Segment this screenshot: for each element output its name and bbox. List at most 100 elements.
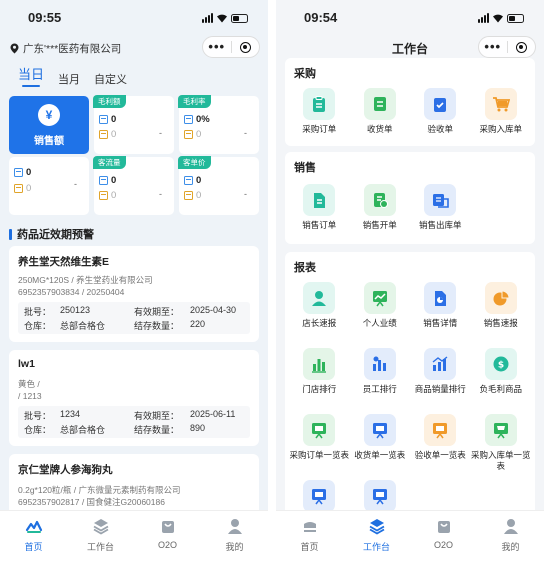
nav-workbench[interactable]: 工作台 <box>67 511 134 564</box>
workbench-item[interactable]: 店长速报 <box>289 282 350 348</box>
workbench-item-label: 采购订单一览表 <box>289 450 349 460</box>
workbench-item[interactable]: 销售订单 <box>289 184 350 250</box>
miniapp-capsule[interactable]: ••• <box>478 36 536 58</box>
month-icon <box>184 191 193 200</box>
document-icon <box>303 184 336 216</box>
workbench-item[interactable]: 采购入库单 <box>471 88 532 154</box>
month-icon <box>14 184 23 193</box>
nav-o2o[interactable]: O2O <box>410 511 477 564</box>
sales-card[interactable]: ¥ 销售额 <box>9 96 89 154</box>
tab-custom[interactable]: 自定义 <box>94 71 127 87</box>
kpi-sales-sub[interactable]: 0 0 - <box>9 157 89 215</box>
store-location[interactable]: 广东'***医药有限公司 <box>10 41 121 56</box>
close-miniapp-icon[interactable] <box>508 41 536 53</box>
negative-profit-icon: $ <box>484 348 517 380</box>
workbench-item[interactable]: 验收单一览表 <box>410 414 471 480</box>
bottom-nav: 首页 工作台 O2O 我的 <box>0 510 268 564</box>
workbench-item[interactable]: 收货单 <box>350 88 411 154</box>
kpi-change: - <box>244 128 247 138</box>
kpi-value: 0 <box>26 167 32 178</box>
kpi-gross-profit[interactable]: 毛利额 0 0 - <box>93 95 174 154</box>
home-icon <box>303 522 316 532</box>
user-icon <box>227 519 242 534</box>
workbench-item-label: 负毛利商品 <box>479 384 522 394</box>
day-icon <box>184 115 193 124</box>
battery-icon <box>231 13 248 23</box>
batch-value: 250123 <box>60 305 91 315</box>
product-spec: 黄色 / <box>18 379 40 389</box>
expiry-label: 有效期至： <box>134 307 180 317</box>
day-icon <box>99 176 108 185</box>
product-code: / 1213 <box>18 391 42 401</box>
expiry-value: 2025-06-11 <box>190 409 236 419</box>
workbench-item[interactable]: 采购订单 <box>289 88 350 154</box>
nav-mine-label: 我的 <box>225 542 244 552</box>
workbench-item[interactable]: 采购入库单一览表 <box>471 414 532 480</box>
workbench-item-label: 销售详情 <box>423 318 458 328</box>
tab-today[interactable]: 当日 <box>18 64 44 87</box>
miniapp-capsule[interactable]: ••• <box>202 36 260 58</box>
nav-o2o[interactable]: O2O <box>134 511 201 564</box>
more-menu-icon[interactable]: ••• <box>203 40 231 53</box>
workbench-item-label: 商品销量排行 <box>414 384 466 394</box>
kpi-traffic[interactable]: 客流量 0 0 - <box>93 156 174 215</box>
board-cart-icon <box>484 414 517 446</box>
product-stock-box: 批号： 250123 有效期至： 2025-04-30 仓库： 总部合格仓 结存… <box>18 302 250 334</box>
workbench-item[interactable]: 销售出库单 <box>410 184 471 250</box>
close-miniapp-icon[interactable] <box>232 41 260 53</box>
workbench-item[interactable]: 门店排行 <box>289 348 350 414</box>
kpi-value: 0% <box>196 114 210 125</box>
more-menu-icon[interactable]: ••• <box>479 40 507 53</box>
receipt-icon <box>363 88 396 120</box>
expiry-label: 有效期至： <box>134 411 180 421</box>
kpi-gross-margin[interactable]: 毛利率 0% 0 - <box>178 95 259 154</box>
nav-mine[interactable]: 我的 <box>477 511 544 564</box>
tab-month[interactable]: 当月 <box>58 71 80 87</box>
workbench-item[interactable]: $ 负毛利商品 <box>471 348 532 414</box>
kpi-badge: 毛利率 <box>178 95 211 108</box>
month-icon <box>99 191 108 200</box>
workbench-item[interactable]: 员工排行 <box>350 348 411 414</box>
workbench-item[interactable]: 收货单一览表 <box>350 414 411 480</box>
kpi-compare-value: 0 <box>196 190 202 201</box>
product-code: 6952357902817 / 国食健注G20060186 <box>18 497 165 507</box>
nav-home[interactable]: 首页 <box>0 511 67 564</box>
product-code: 6952357903834 / 20250404 <box>18 287 125 297</box>
nav-mine[interactable]: 我的 <box>201 511 268 564</box>
month-icon <box>184 130 193 139</box>
section-title: 报表 <box>294 262 316 274</box>
board-icon <box>424 414 457 446</box>
status-time: 09:54 <box>304 10 338 25</box>
workbench-item[interactable]: 采购订单一览表 <box>289 414 350 480</box>
workbench-item[interactable]: 个人业绩 <box>350 282 411 348</box>
clipboard-icon <box>303 88 336 120</box>
kpi-avg-ticket[interactable]: 客单价 0 0 - <box>178 156 259 215</box>
nav-workbench[interactable]: 工作台 <box>343 511 410 564</box>
workbench-item[interactable]: 验收单 <box>410 88 471 154</box>
expiry-value: 2025-04-30 <box>190 305 237 315</box>
trend-board-icon <box>363 282 396 314</box>
workbench-item-label: 采购入库单一览表 <box>470 450 531 471</box>
product-card[interactable]: 养生堂天然维生素E 250MG*120S / 养生堂药业有限公司 6952357… <box>9 246 259 342</box>
day-icon <box>14 168 23 177</box>
workbench-screen: 09:54 工作台 ••• 采购 采购订单 收货单 验收单 采购入库单 销售 销售订单… <box>276 0 544 564</box>
workbench-item[interactable]: 商品销量排行 <box>410 348 471 414</box>
warehouse-label: 仓库： <box>24 321 52 331</box>
product-card[interactable]: lw1 黄色 / / 1213 批号： 1234 有效期至： 2025-06-1… <box>9 350 259 446</box>
kpi-badge: 客单价 <box>178 156 211 169</box>
battery-icon <box>507 13 524 23</box>
nav-mine-label: 我的 <box>501 542 520 552</box>
workbench-item[interactable]: 销售速报 <box>471 282 532 348</box>
workbench-item[interactable]: 销售详情 <box>410 282 471 348</box>
nav-home[interactable]: 首页 <box>276 511 343 564</box>
status-time: 09:55 <box>28 10 62 25</box>
workbench-item-label: 验收单一览表 <box>414 450 466 460</box>
cart-icon <box>484 88 517 120</box>
layers-icon <box>93 519 108 535</box>
section-reports: 报表 店长速报 个人业绩 销售详情 销售速报门店排行 员工排行 商品销量排行 $ 负毛利商品采… <box>285 252 535 522</box>
yen-icon: ¥ <box>38 104 60 126</box>
signal-icon <box>478 13 489 23</box>
qty-label: 结存数量： <box>134 425 180 435</box>
workbench-item[interactable]: 销售开单 <box>350 184 411 250</box>
reports-grid: 店长速报 个人业绩 销售详情 销售速报门店排行 员工排行 商品销量排行 $ 负毛利商品采购订单… <box>289 282 531 546</box>
